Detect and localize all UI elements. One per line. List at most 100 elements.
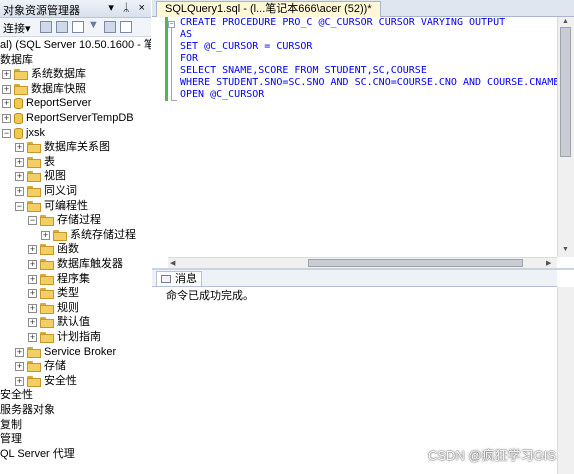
change-tracking-bar bbox=[165, 17, 168, 101]
refresh-icon[interactable] bbox=[104, 21, 116, 33]
expand-icon[interactable]: + bbox=[2, 114, 11, 123]
results-tab-bar: 消息 bbox=[152, 270, 557, 287]
tree-node-label: 复制 bbox=[0, 418, 22, 431]
expand-icon[interactable]: + bbox=[41, 230, 50, 240]
folder-icon bbox=[40, 273, 54, 285]
folder-icon bbox=[40, 317, 54, 329]
filter-icon[interactable]: ▼ bbox=[88, 19, 99, 31]
folder-icon bbox=[40, 215, 54, 227]
tree-node-label: 计划指南 bbox=[57, 331, 101, 343]
summary-icon[interactable] bbox=[120, 21, 132, 33]
object-explorer-toolbar: 连接▾ ▼ bbox=[0, 18, 151, 37]
collapse-icon[interactable]: − bbox=[2, 128, 11, 138]
editor-horizontal-scroll-thumb[interactable] bbox=[308, 259, 523, 267]
fold-line bbox=[171, 28, 172, 100]
messages-tab-label: 消息 bbox=[175, 273, 197, 285]
editor-vertical-scroll-thumb[interactable] bbox=[560, 27, 571, 157]
messages-vertical-scrollbar[interactable] bbox=[557, 287, 574, 474]
scroll-right-icon[interactable]: ▶ bbox=[546, 259, 551, 267]
expand-icon[interactable]: + bbox=[2, 70, 11, 80]
expand-icon[interactable]: + bbox=[15, 362, 24, 372]
tree-node-label: 规则 bbox=[57, 301, 79, 314]
folder-icon bbox=[40, 288, 54, 300]
folder-icon bbox=[14, 69, 28, 81]
object-explorer-titlebar: 对象资源管理器 ▾ ᛦ × bbox=[0, 0, 151, 18]
expand-icon[interactable]: + bbox=[28, 289, 37, 299]
tree-node-label: ReportServerTempDB bbox=[26, 112, 134, 124]
expand-icon[interactable]: + bbox=[15, 347, 24, 357]
disconnect-icon[interactable] bbox=[56, 21, 68, 33]
expand-icon[interactable]: + bbox=[28, 245, 37, 255]
database-icon bbox=[14, 127, 23, 139]
expand-icon[interactable]: + bbox=[28, 318, 37, 328]
scroll-up-icon[interactable]: ▲ bbox=[562, 18, 569, 25]
connect-button[interactable]: 连接▾ bbox=[3, 20, 31, 36]
code-line: SELECT SNAME,SCORE FROM STUDENT,SC,COURS… bbox=[180, 65, 427, 76]
expand-icon[interactable]: + bbox=[28, 260, 37, 269]
tree-node-label: 数据库 bbox=[0, 53, 33, 66]
tree-node-label: QL Server 代理 bbox=[0, 447, 75, 460]
connect-icon[interactable] bbox=[40, 21, 52, 33]
tree-node-label: 服务器对象 bbox=[0, 404, 55, 416]
folder-icon bbox=[53, 229, 67, 241]
tree-node-label: 可编程性 bbox=[44, 199, 88, 212]
database-icon bbox=[14, 113, 23, 124]
tree-node-label: 数据库快照 bbox=[31, 82, 86, 95]
tree-node-label: 管理 bbox=[0, 433, 22, 446]
tree-node-label: 存储过程 bbox=[57, 214, 101, 227]
tree-node-label: Service Broker bbox=[44, 345, 117, 358]
folder-icon bbox=[14, 83, 28, 95]
expand-icon[interactable]: + bbox=[15, 143, 24, 153]
folder-icon bbox=[27, 346, 41, 358]
tree-node-label: 表 bbox=[44, 155, 55, 168]
tab-sqlquery1[interactable]: SQLQuery1.sql - (l...笔记本666\acer (52))* bbox=[156, 1, 381, 17]
database-icon bbox=[14, 98, 23, 110]
folder-icon bbox=[27, 156, 41, 168]
tab-messages[interactable]: 消息 bbox=[156, 271, 202, 286]
expand-icon[interactable]: + bbox=[28, 274, 37, 284]
expand-icon[interactable]: + bbox=[2, 84, 11, 94]
code-line: AS bbox=[180, 29, 193, 40]
tree-node-label: 视图 bbox=[44, 170, 66, 183]
watermark: CSDN @疯狂学习GIS bbox=[427, 448, 556, 463]
stop-icon[interactable] bbox=[72, 21, 84, 33]
panel-window-buttons[interactable]: ▾ ᛦ × bbox=[108, 1, 148, 14]
expand-icon[interactable]: + bbox=[2, 99, 11, 109]
folder-icon bbox=[27, 186, 41, 197]
expand-icon[interactable]: + bbox=[28, 303, 37, 313]
fold-toggle-icon[interactable]: − bbox=[168, 21, 175, 28]
tree-node-label: 默认值 bbox=[57, 316, 90, 329]
code-line: SET @C_CURSOR = CURSOR bbox=[180, 41, 313, 52]
tree-node-label: 同义词 bbox=[44, 185, 77, 197]
folder-icon bbox=[27, 361, 41, 373]
tree-node-label: 安全性 bbox=[0, 389, 33, 402]
expand-icon[interactable]: + bbox=[15, 172, 24, 182]
folder-icon bbox=[27, 375, 41, 387]
folder-icon bbox=[27, 142, 41, 154]
tree-node-label: 数据库关系图 bbox=[44, 141, 110, 154]
fold-line-end bbox=[171, 100, 177, 101]
scroll-left-icon[interactable]: ◀ bbox=[170, 259, 175, 267]
collapse-icon[interactable]: − bbox=[15, 201, 24, 211]
folder-icon bbox=[27, 200, 41, 212]
tree-node-label: 函数 bbox=[57, 243, 79, 256]
expand-icon[interactable]: + bbox=[15, 376, 24, 386]
tree-node-label: 系统数据库 bbox=[31, 68, 86, 81]
query-editor[interactable]: − CREATE PROCEDURE PRO_C @C_CURSOR CURSO… bbox=[152, 17, 557, 257]
tree-node-label: jxsk bbox=[26, 126, 45, 139]
tree-node-label: 系统存储过程 bbox=[70, 228, 136, 241]
code-line: WHERE STUDENT.SNO=SC.SNO AND SC.CNO=COUR… bbox=[180, 77, 557, 88]
folder-icon bbox=[40, 244, 54, 256]
folder-icon bbox=[27, 171, 41, 183]
expand-icon[interactable]: + bbox=[28, 333, 37, 342]
collapse-icon[interactable]: − bbox=[28, 216, 37, 226]
object-explorer-title: 对象资源管理器 bbox=[3, 5, 80, 17]
expand-icon[interactable]: + bbox=[15, 187, 24, 196]
document-tab-strip: SQLQuery1.sql - (l...笔记本666\acer (52))* bbox=[152, 0, 574, 17]
expand-icon[interactable]: + bbox=[15, 157, 24, 167]
tree-node-label: 程序集 bbox=[57, 272, 90, 285]
folder-icon bbox=[40, 332, 54, 343]
tree-node-label: ReportServer bbox=[26, 97, 92, 110]
editor-vertical-scrollbar[interactable]: ▲ ▼ bbox=[557, 17, 574, 257]
scroll-down-icon[interactable]: ▼ bbox=[562, 246, 569, 253]
